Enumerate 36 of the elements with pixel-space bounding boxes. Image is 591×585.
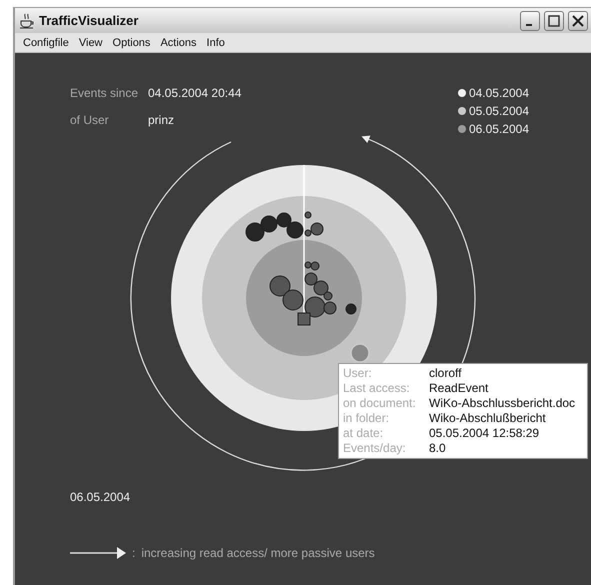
- close-icon: [572, 14, 584, 26]
- tooltip-label: User:: [343, 366, 373, 381]
- tooltip-value: ReadEvent: [429, 381, 490, 396]
- menu-item[interactable]: Info: [202, 36, 230, 48]
- tooltip-value: 8.0: [429, 441, 447, 456]
- tooltip-label: Events/day:: [343, 441, 407, 456]
- legend-label: 06.05.2004: [468, 122, 529, 136]
- tooltip-value: WiKo-Abschlussbericht.doc: [429, 396, 576, 411]
- menu-item[interactable]: View: [74, 36, 108, 48]
- legend-label: 05.05.2004: [468, 104, 529, 118]
- maximize-button[interactable]: [544, 10, 564, 30]
- events-since-value: 04.05.2004 20:44: [148, 86, 242, 102]
- window-title: TrafficVisualizer: [39, 13, 140, 28]
- minimize-button[interactable]: [520, 10, 540, 30]
- right-arrow-icon: [70, 547, 126, 559]
- tooltip-label: on document:: [343, 396, 417, 411]
- tooltip-label: at date:: [343, 426, 384, 441]
- menu-item[interactable]: Actions: [155, 36, 202, 48]
- menu-item[interactable]: Configfile: [18, 36, 74, 48]
- tooltip-value: cloroff: [429, 366, 462, 381]
- minimize-icon: [526, 24, 532, 26]
- user-label: of User: [70, 113, 110, 129]
- events-since-label: Events since: [70, 86, 140, 102]
- close-button[interactable]: [568, 10, 588, 30]
- legend-label: 04.05.2004: [468, 86, 529, 100]
- tooltip-label: in folder:: [343, 411, 390, 426]
- menu-item[interactable]: Options: [108, 36, 156, 48]
- maximize-icon: [548, 14, 560, 26]
- coffee-cup-icon: [19, 12, 35, 28]
- separator-text: :: [132, 546, 136, 560]
- tooltip-value: Wiko-Abschlußbericht: [429, 411, 547, 426]
- legend-description: increasing read access/ more passive users: [141, 546, 375, 560]
- tooltip-value: 05.05.2004 12:58:29: [429, 426, 540, 441]
- user-value: prinz: [148, 113, 176, 129]
- current-date: 06.05.2004: [70, 490, 130, 504]
- tooltip-label: Last access:: [343, 381, 411, 396]
